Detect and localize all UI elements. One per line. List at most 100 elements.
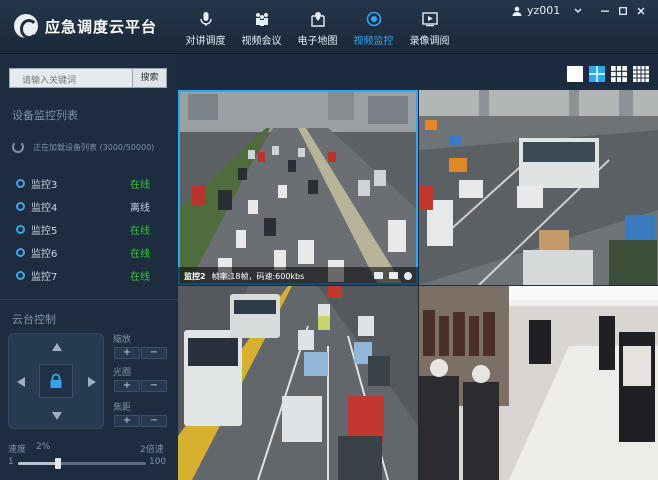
main-nav: 对讲调度 视频会议 电子地图 视频监控 录像调阅 — [178, 0, 458, 54]
nav-label: 电子地图 — [297, 36, 338, 47]
video-feed — [178, 286, 418, 480]
device-status: 在线 — [130, 180, 150, 191]
app-logo: 应急调度云平台 — [14, 14, 158, 39]
device-status: 在线 — [130, 249, 150, 260]
camera-icon — [16, 225, 25, 234]
play-icon — [421, 12, 438, 27]
list-item[interactable]: 监控3 在线 — [0, 172, 178, 195]
device-status: 在线 — [130, 226, 150, 237]
ptz-lock-button[interactable] — [39, 364, 73, 398]
close-icon — [637, 7, 645, 15]
minimize-icon — [601, 10, 609, 12]
video-tile[interactable] — [419, 286, 658, 480]
snapshot-icon[interactable] — [374, 272, 383, 279]
people-icon — [255, 13, 268, 26]
ptz-title: 云台控制 — [12, 313, 56, 326]
nav-e-map[interactable]: 电子地图 — [290, 0, 345, 54]
sidebar: 搜索 设备监控列表 正在加载设备列表 (3000/50000) 监控3 在线 监… — [0, 55, 178, 480]
layout-2x2-button[interactable] — [589, 66, 605, 82]
nav-talk-dispatch[interactable]: 对讲调度 — [178, 0, 233, 54]
search-button[interactable]: 搜索 — [132, 68, 167, 88]
app-title: 应急调度云平台 — [45, 17, 158, 36]
layout-switcher — [561, 66, 649, 82]
speed-slider[interactable] — [18, 458, 146, 469]
arrow-left-icon[interactable] — [16, 376, 26, 388]
layout-1x1-button[interactable] — [567, 66, 583, 82]
focus-plus-button[interactable]: + — [114, 415, 140, 427]
grid-2x2-icon — [589, 66, 605, 82]
device-list: 监控3 在线 监控4 离线 监控5 在线 监控6 在线 监控7 在线 — [0, 172, 178, 287]
focus-minus-button[interactable]: − — [141, 415, 167, 427]
video-tools — [368, 272, 412, 280]
record-icon[interactable] — [389, 272, 398, 279]
grid-3x3-icon — [611, 66, 627, 82]
nav-record-review[interactable]: 录像调阅 — [402, 0, 457, 54]
iris-minus-button[interactable]: − — [141, 380, 167, 392]
layout-4x4-button[interactable] — [633, 66, 649, 82]
nav-label: 视频监控 — [353, 36, 394, 47]
maximize-icon — [619, 7, 627, 15]
slider-handle[interactable] — [54, 458, 61, 469]
stream-info: 帧率:18帧，码速:600kbs — [211, 271, 305, 281]
iris-controls: + − — [114, 380, 168, 392]
camera-name: 监控2 — [184, 271, 206, 281]
video-tile[interactable]: 监控2 帧率:18帧，码速:600kbs — [178, 90, 418, 285]
search-input[interactable] — [9, 68, 133, 88]
top-bar: 应急调度云平台 对讲调度 视频会议 电子地图 视频监控 录像调阅 yz001 — [0, 0, 658, 54]
window-controls — [596, 4, 650, 18]
focus-label: 焦距 — [113, 403, 132, 413]
slider-fill — [18, 462, 58, 465]
user-menu[interactable]: yz001 — [512, 4, 582, 17]
loading-text: 正在加载设备列表 (3000/50000) — [33, 142, 155, 152]
nav-label: 视频会议 — [241, 36, 282, 47]
zoom-label: 縮放 — [113, 335, 132, 345]
speed-max-label: 2倍速 — [140, 445, 164, 455]
grid-4x4-icon — [633, 66, 649, 82]
nav-label: 录像调阅 — [409, 36, 450, 47]
logo-icon — [14, 14, 38, 39]
user-icon — [512, 6, 522, 16]
video-wall-area: 监控2 帧率:18帧，码速:600kbs — [178, 55, 658, 480]
device-status: 在线 — [130, 272, 150, 283]
camera-icon — [16, 271, 25, 280]
zoom-plus-button[interactable]: + — [114, 347, 140, 359]
list-item[interactable]: 监控6 在线 — [0, 241, 178, 264]
nav-video-meeting[interactable]: 视频会议 — [234, 0, 289, 54]
microphone-icon — [199, 12, 212, 26]
arrow-up-icon[interactable] — [51, 342, 63, 352]
divider — [0, 299, 178, 300]
loading-status: 正在加载设备列表 (3000/50000) — [12, 141, 154, 153]
camera-icon — [16, 248, 25, 257]
arrow-down-icon[interactable] — [51, 411, 63, 421]
camera-icon — [366, 11, 381, 27]
device-name: 监控6 — [31, 249, 58, 260]
video-feed — [419, 286, 658, 480]
nav-label: 对讲调度 — [185, 36, 226, 47]
power-icon[interactable] — [404, 272, 412, 280]
slider-min-label: 1 — [8, 457, 14, 467]
lock-icon — [50, 373, 62, 388]
zoom-controls: + − — [114, 347, 168, 359]
close-button[interactable] — [632, 4, 650, 18]
chevron-down-icon — [574, 8, 582, 13]
video-tile[interactable] — [419, 90, 658, 285]
device-name: 监控4 — [31, 203, 58, 214]
loading-spinner-icon — [12, 141, 24, 153]
device-status: 离线 — [130, 203, 150, 214]
focus-controls: + − — [114, 415, 168, 427]
camera-icon — [16, 202, 25, 211]
layout-3x3-button[interactable] — [611, 66, 627, 82]
zoom-minus-button[interactable]: − — [141, 347, 167, 359]
list-item[interactable]: 监控7 在线 — [0, 264, 178, 287]
minimize-button[interactable] — [596, 4, 614, 18]
map-pin-icon — [310, 12, 325, 27]
iris-plus-button[interactable]: + — [114, 380, 140, 392]
nav-video-monitor[interactable]: 视频监控 — [346, 0, 401, 54]
video-tile[interactable] — [178, 286, 418, 480]
list-item[interactable]: 监控5 在线 — [0, 218, 178, 241]
slider-max-label: 100 — [149, 457, 167, 467]
maximize-button[interactable] — [614, 4, 632, 18]
arrow-right-icon[interactable] — [87, 376, 97, 388]
user-name: yz001 — [527, 4, 561, 17]
list-item[interactable]: 监控4 离线 — [0, 195, 178, 218]
